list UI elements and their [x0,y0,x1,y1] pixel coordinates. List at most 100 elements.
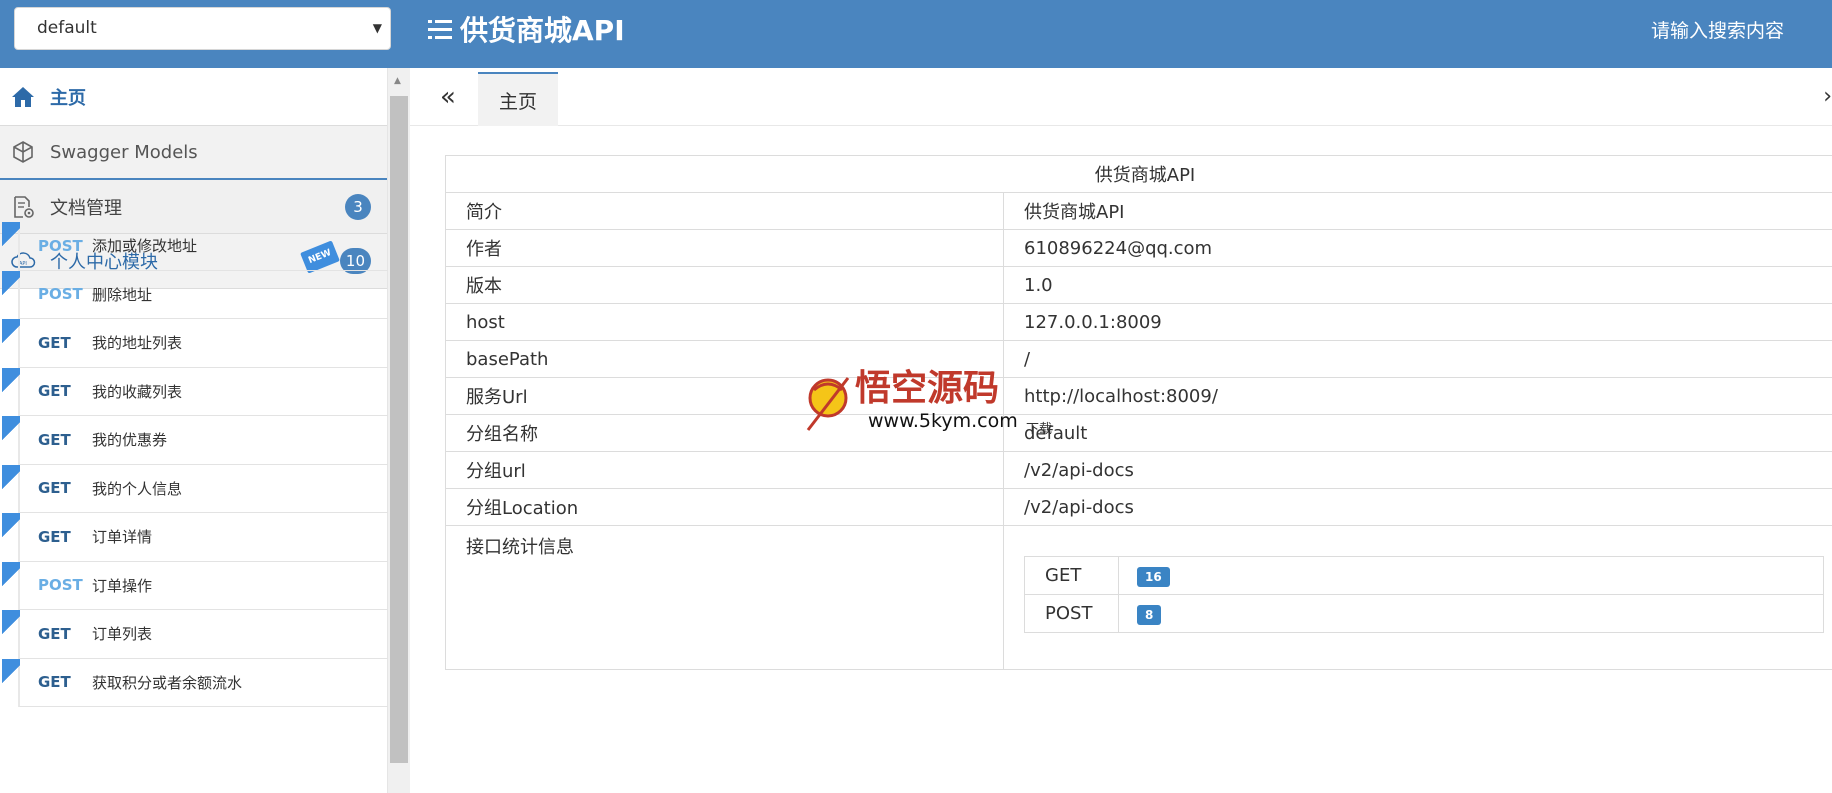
info-value: http://localhost:8009/ [1003,377,1832,415]
sidebar-item-label: 主页 [50,87,86,109]
api-name: 删除地址 [92,285,153,304]
table-row: 版本 1.0 [445,266,1832,304]
method-label: GET [38,382,71,401]
chevron-right-icon[interactable]: › [1823,84,1832,109]
table-row: 服务Url http://localhost:8009/ [445,377,1832,415]
stats-row: GET 16 [1024,556,1824,595]
document-settings-icon [10,194,36,220]
app-title-text: 供货商城API [460,14,625,47]
sidebar-item-label: 文档管理 [50,197,122,219]
new-ribbon-icon [2,464,20,491]
api-item[interactable]: GET 订单详情 [2,513,388,562]
new-ribbon-icon [2,610,20,636]
info-value: default [1003,414,1832,452]
tab-bar: « 主页 › [410,68,1832,126]
api-name: 获取积分或者余额流水 [92,673,243,692]
api-item[interactable]: GET 我的收藏列表 [2,367,388,416]
info-value: 供货商城API [1003,192,1832,230]
info-key: 作者 [445,229,1004,267]
info-key: 分组Location [445,488,1004,526]
sidebar-item-swagger-models[interactable]: Swagger Models [0,126,387,180]
new-ribbon-icon [2,416,20,442]
method-label: GET [38,673,71,692]
api-name: 我的地址列表 [92,334,183,353]
info-key: 版本 [445,266,1004,304]
sidebar-item-label: Swagger Models [50,141,198,163]
info-key: 服务Url [445,377,1004,415]
menu-icon[interactable] [428,18,452,40]
info-value: 127.0.0.1:8009 [1003,303,1832,341]
scroll-up-arrow-icon[interactable]: ▲ [394,76,401,86]
new-ribbon-icon [2,367,20,394]
method-stats-table: GET 16 POST 8 [1024,556,1824,633]
table-row: basePath / [445,340,1832,378]
api-item[interactable]: POST 订单操作 [2,561,388,610]
tab-home[interactable]: 主页 [478,72,558,126]
method-label: POST [38,285,83,304]
method-label: GET [38,479,71,498]
method-label: GET [38,624,71,643]
count-badge: 8 [1137,604,1162,625]
method-label: GET [38,333,71,352]
method-label: GET [38,430,71,449]
group-select[interactable]: default ▼ [14,7,391,50]
table-row: 分组url/v2/api-docs [445,451,1832,489]
info-key: 分组名称 [445,414,1004,452]
info-key: host [445,303,1004,341]
api-item[interactable]: POST 删除地址 [2,270,388,319]
api-item[interactable]: GET 获取积分或者余额流水 [2,658,388,707]
api-list: POST 添加或修改地址 POST 删除地址 GET 我的地址列表 GET 我的收藏列表… [0,222,388,707]
table-row: 简介 供货商城API [445,192,1832,230]
count-badge: 3 [345,193,371,220]
count-badge: 16 [1137,566,1170,587]
api-item[interactable]: GET 我的优惠券 [2,416,388,465]
api-name: 订单详情 [92,528,153,547]
method-label: POST [38,236,83,255]
top-header: default ▼ 供货商城API 请输入搜索内容 [0,0,1832,68]
info-key: 简介 [445,192,1004,230]
app-title: 供货商城API [428,8,625,50]
sidebar-item-home[interactable]: 主页 [0,68,387,126]
info-value: / [1003,340,1832,378]
sidebar-scrollbar[interactable]: ▲ [388,68,410,793]
info-key: 分组url [445,451,1004,489]
info-value: /v2/api-docs [1003,488,1832,526]
info-value: /v2/api-docs [1003,451,1832,489]
stats-method: GET [1024,556,1119,595]
api-item[interactable]: GET 我的个人信息 [2,464,388,513]
table-row: host 127.0.0.1:8009 [445,303,1832,341]
table-row: 分组Location/v2/api-docs [445,488,1832,526]
search-input[interactable]: 请输入搜索内容 [1651,16,1784,43]
stats-row: POST 8 [1024,594,1824,633]
cube-icon [10,139,36,165]
api-name: 添加或修改地址 [92,237,198,256]
new-ribbon-icon [2,561,20,588]
api-name: 我的个人信息 [92,479,183,498]
table-row: 分组名称 default [445,414,1832,452]
double-chevron-left-icon[interactable]: « [440,82,456,112]
api-item[interactable]: POST 添加或修改地址 [2,222,388,271]
api-item[interactable]: GET 我的地址列表 [2,319,388,368]
api-name: 订单列表 [92,625,153,644]
new-ribbon-icon [2,270,20,297]
info-value: 610896224@qq.com [1003,229,1832,267]
method-label: POST [38,576,83,595]
api-name: 订单操作 [92,576,153,595]
home-icon [10,84,36,110]
chevron-down-icon: ▼ [372,21,382,35]
method-label: GET [38,527,71,546]
scrollbar-thumb[interactable] [390,96,408,763]
info-key: basePath [445,340,1004,378]
stats-count-cell: 8 [1118,594,1824,633]
new-ribbon-icon [2,222,20,248]
stats-count-cell: 16 [1118,556,1824,595]
api-info-table: 供货商城API 简介 供货商城API 作者 610896224@qq.com 版本 1… [445,155,1832,670]
api-item[interactable]: GET 订单列表 [2,610,388,659]
table-row: 作者 610896224@qq.com [445,229,1832,267]
group-select-value: default [37,18,97,38]
stats-method: POST [1024,594,1119,633]
stats-cell: GET 16 POST 8 [1003,525,1832,670]
info-value: 1.0 [1003,266,1832,304]
info-key: 接口统计信息 [445,525,1004,670]
api-name: 我的收藏列表 [92,382,183,401]
